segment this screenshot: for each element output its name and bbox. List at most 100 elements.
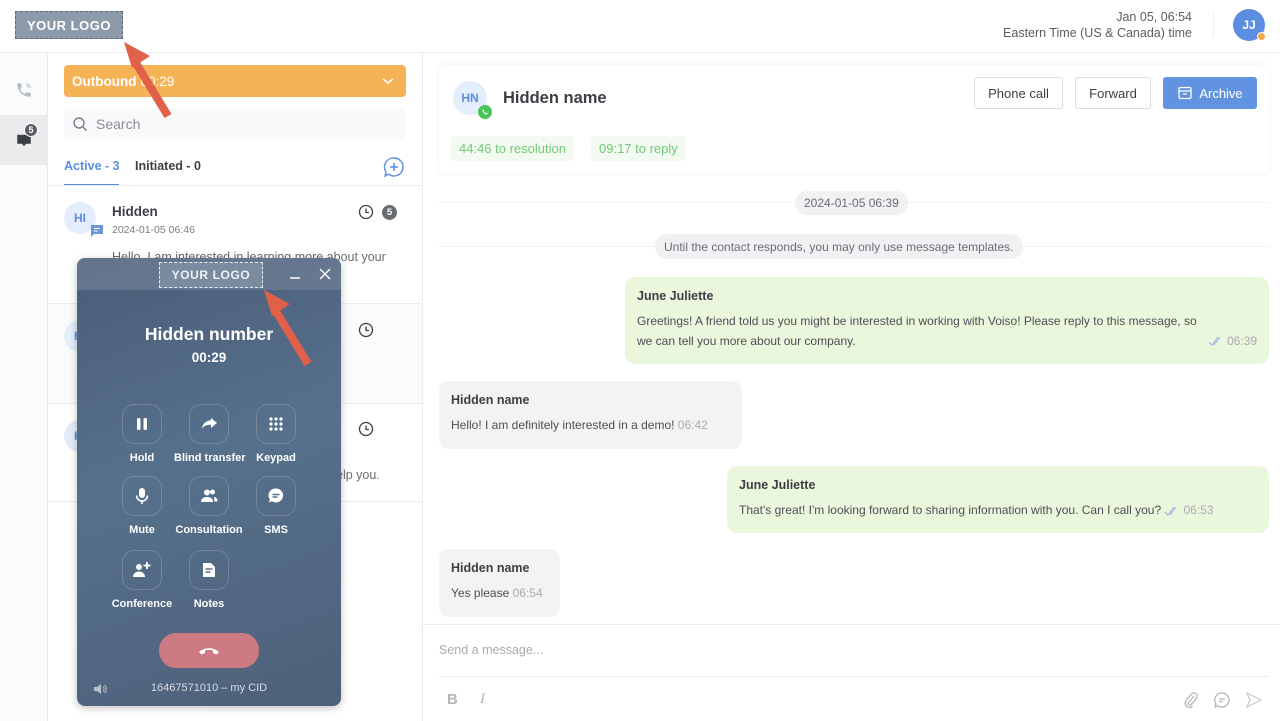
keypad-button[interactable]: Keypad — [241, 404, 311, 464]
user-avatar[interactable]: JJ — [1233, 9, 1266, 41]
message-author: Hidden name — [451, 561, 530, 575]
clock-icon — [358, 204, 374, 220]
keypad-icon — [269, 417, 283, 431]
bold-button[interactable]: B — [447, 691, 458, 708]
user-status-dot — [1257, 32, 1266, 41]
template-message-icon[interactable] — [1213, 691, 1231, 709]
conversation-tabs: Active - 3 Initiated - 0 — [64, 153, 406, 187]
message-time: 06:53 — [1183, 503, 1214, 517]
message-author: June Juliette — [739, 478, 816, 492]
clock: Jan 05, 06:54 Eastern Time (US & Canada)… — [1003, 9, 1192, 41]
outbound-label: Outbound — [72, 73, 137, 89]
timezone-label: Eastern Time (US & Canada) time — [1003, 26, 1192, 40]
message-body: Hello! I am definitely interested in a d… — [451, 415, 730, 435]
conversation-snippet: elp you. — [336, 468, 380, 482]
outbound-call-bar[interactable]: Outbound 00:29 — [64, 65, 406, 97]
blind-transfer-label: Blind transfer — [174, 452, 246, 464]
message-time: 06:39 — [1226, 334, 1257, 348]
notes-label: Notes — [193, 598, 225, 610]
sms-label: SMS — [264, 524, 288, 536]
blind-transfer-button[interactable]: Blind transfer — [174, 404, 246, 464]
minimize-icon[interactable] — [287, 266, 303, 282]
unread-count-badge: 5 — [382, 205, 397, 220]
sms-button[interactable]: SMS — [241, 476, 311, 536]
contact-name: Hidden name — [503, 89, 607, 107]
consultation-label: Consultation — [175, 524, 243, 536]
message-text: Hello! I am definitely interested in a d… — [451, 418, 675, 432]
sms-icon — [268, 488, 284, 503]
people-icon — [201, 489, 218, 502]
archive-label: Archive — [1199, 85, 1243, 101]
archive-icon — [1178, 86, 1192, 100]
message-time: 06:42 — [677, 418, 708, 432]
user-initials: JJ — [1242, 18, 1256, 32]
whatsapp-icon — [478, 105, 492, 119]
notes-button[interactable]: Notes — [174, 550, 244, 610]
read-receipt-icon — [1208, 336, 1221, 346]
conference-button[interactable]: Conference — [107, 550, 177, 610]
keypad-label: Keypad — [256, 452, 296, 464]
rail-item-chats[interactable]: 5 — [0, 115, 47, 165]
outbound-timer: 00:29 — [140, 73, 175, 89]
message-outgoing: June Juliette That's great! I'm looking … — [727, 466, 1269, 533]
message-body: Yes please 06:54 — [451, 583, 548, 603]
chat-channel-icon — [91, 225, 103, 237]
template-notice: Until the contact responds, you may only… — [655, 234, 1023, 259]
mute-button[interactable]: Mute — [107, 476, 177, 536]
message-text: Yes please — [451, 586, 510, 600]
message-text: That's great! I'm looking forward to sha… — [739, 503, 1162, 517]
read-receipt-icon — [1165, 506, 1177, 516]
archive-button[interactable]: Archive — [1163, 77, 1257, 109]
message-outgoing: June Juliette Greetings! A friend told u… — [625, 277, 1269, 364]
search-icon — [73, 117, 87, 131]
phone-call-button[interactable]: Phone call — [974, 77, 1063, 109]
phone-ringing-icon — [16, 83, 31, 97]
close-icon[interactable] — [317, 266, 333, 282]
tab-active[interactable]: Active - 3 — [64, 159, 120, 173]
microphone-icon — [135, 488, 149, 504]
clock-icon — [358, 322, 374, 338]
unread-badge: 5 — [24, 123, 38, 137]
chevron-down-icon[interactable] — [380, 73, 396, 89]
message-author: June Juliette — [637, 289, 714, 303]
call-timer: 00:29 — [191, 350, 227, 365]
search-input[interactable] — [96, 116, 376, 132]
divider — [439, 676, 1269, 677]
search-box — [64, 109, 406, 139]
left-rail: 5 — [0, 53, 48, 721]
message-body: That's great! I'm looking forward to sha… — [739, 500, 1257, 520]
new-conversation-icon[interactable] — [382, 155, 406, 179]
hang-up-button[interactable] — [159, 633, 259, 668]
top-bar: YOUR LOGO Jan 05, 06:54 Eastern Time (US… — [0, 0, 1280, 53]
sla-reply-badge: 09:17 to reply — [591, 136, 686, 161]
softphone-logo: YOUR LOGO — [159, 262, 263, 288]
consultation-button[interactable]: Consultation — [174, 476, 244, 536]
hold-button[interactable]: Hold — [107, 404, 177, 464]
tab-initiated[interactable]: Initiated - 0 — [135, 159, 201, 173]
forward-button[interactable]: Forward — [1075, 77, 1151, 109]
send-icon[interactable] — [1245, 691, 1263, 709]
hang-up-icon — [199, 647, 219, 654]
attachment-icon[interactable] — [1183, 691, 1199, 709]
contact-name: Hidden — [112, 204, 158, 219]
divider — [1213, 13, 1214, 37]
sla-resolution-badge: 44:46 to resolution — [451, 136, 574, 161]
date-separator: 2024-01-05 06:39 — [795, 191, 908, 215]
clock-icon — [358, 421, 374, 437]
chat-header: HN Hidden name 44:46 to resolution 09:17… — [439, 65, 1269, 173]
mute-label: Mute — [129, 524, 155, 536]
message-time: 06:54 — [512, 586, 543, 600]
add-person-icon — [133, 562, 151, 577]
caller-id-label: 16467571010 – my CID — [150, 682, 268, 694]
message-incoming: Hidden name Hello! I am definitely inter… — [439, 381, 742, 449]
chat-panel: HN Hidden name 44:46 to resolution 09:17… — [423, 53, 1280, 721]
conversation-time: 2024-01-05 06:46 — [112, 224, 195, 236]
rail-item-calls[interactable] — [0, 65, 47, 115]
message-meta: 06:39 — [1208, 332, 1257, 350]
hold-label: Hold — [129, 452, 155, 464]
message-incoming: Hidden name Yes please 06:54 — [439, 549, 560, 617]
caller-name: Hidden number — [144, 324, 274, 344]
italic-button[interactable]: I — [480, 691, 485, 708]
pause-icon — [137, 418, 147, 430]
message-input[interactable] — [439, 637, 1269, 663]
